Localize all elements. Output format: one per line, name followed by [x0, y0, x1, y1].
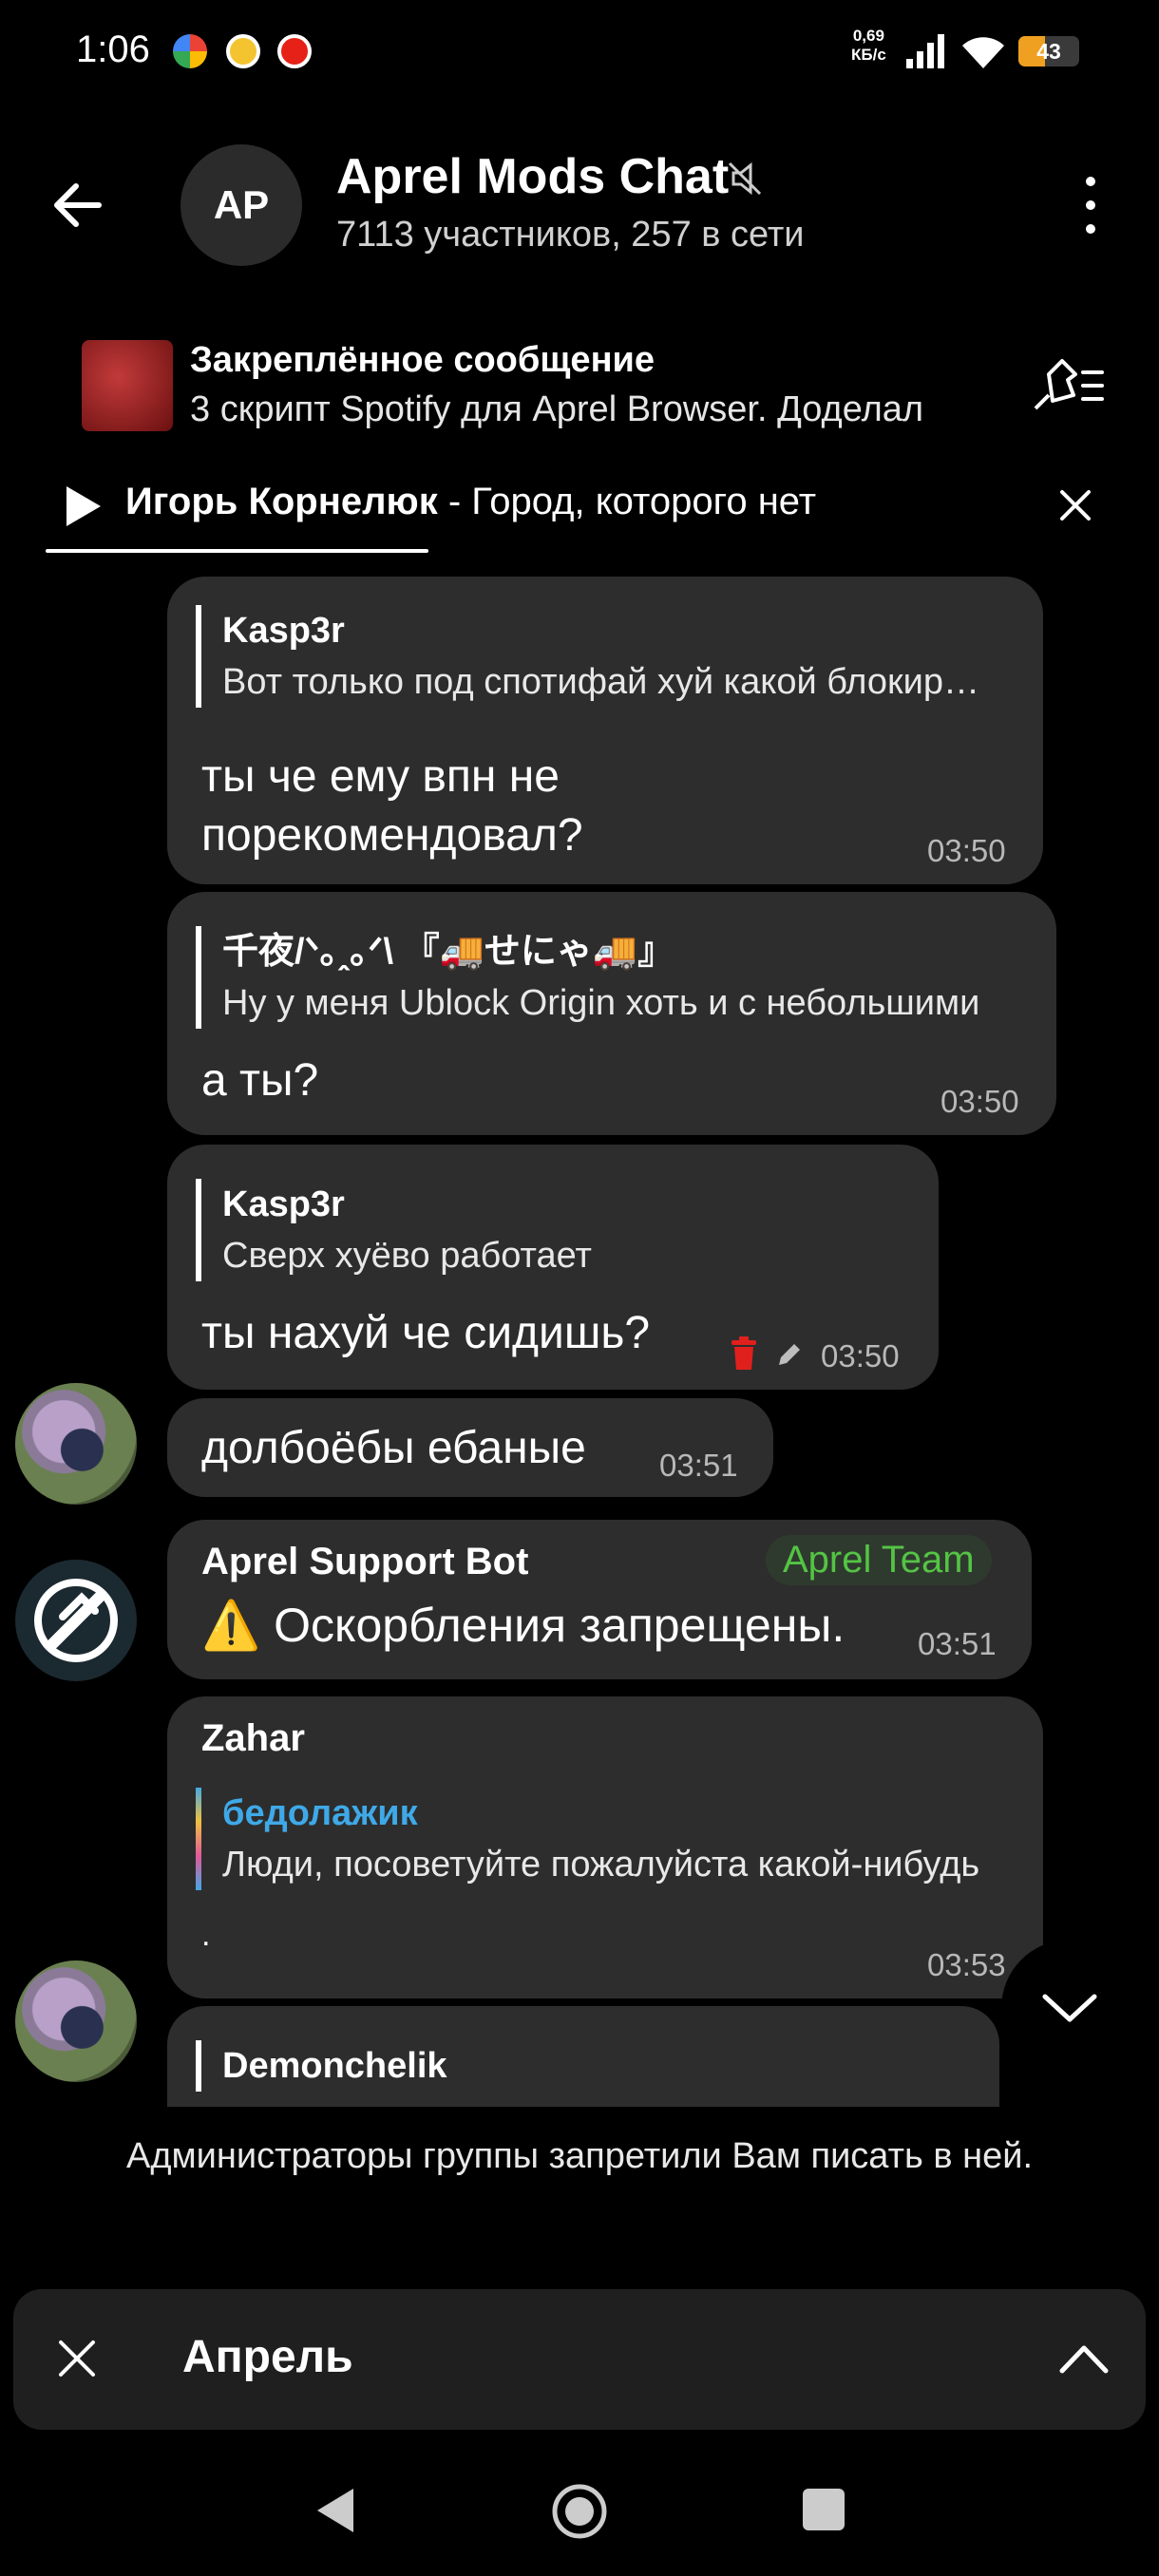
reply-text: Вот только под спотифай хуй какой блокир…: [222, 662, 994, 702]
reply-author: Demonchelik: [222, 2046, 447, 2086]
reply-text: Сверх хуёво работает: [222, 1236, 592, 1276]
message-bubble[interactable]: 千夜/ᐠ｡ꞈ｡ᐟ\ 『🚚せにゃ🚚』 Ну у меня Ublock Origi…: [167, 892, 1056, 1135]
chat-title[interactable]: Aprel Mods Chat: [336, 148, 729, 205]
message-time: 03:51: [918, 1626, 997, 1661]
sender-name[interactable]: Aprel Support Bot: [201, 1541, 528, 1583]
nav-back-icon[interactable]: [314, 2485, 357, 2536]
message-text-line: порекомендовал?: [201, 810, 583, 861]
muted-icon: [728, 161, 762, 196]
panel-label[interactable]: Апрель: [182, 2331, 353, 2383]
reply-quote[interactable]: Kasp3r Вот только под спотифай хуй какой…: [196, 605, 994, 708]
chevron-up-icon[interactable]: [1058, 2342, 1110, 2377]
message-time: 03:50: [940, 1084, 1019, 1119]
reply-text: Ну у меня Ublock Origin хоть и с небольш…: [222, 983, 980, 1023]
write-restricted-notice: Администраторы группы запретили Вам писа…: [0, 2107, 1159, 2278]
chevron-down-icon: [1042, 1994, 1097, 2022]
more-menu-icon[interactable]: [1074, 177, 1108, 234]
signal-icon: [906, 34, 944, 68]
bot-avatar[interactable]: [15, 1560, 137, 1681]
status-time: 1:06: [76, 28, 150, 70]
user-avatar[interactable]: [15, 1383, 137, 1505]
reply-author: 千夜/ᐠ｡ꞈ｡ᐟ\ 『🚚せにゃ🚚』: [222, 932, 674, 972]
chat-members-count: 7113 участников, 257 в сети: [336, 215, 805, 255]
net-speed-unit: КБ/с: [851, 46, 886, 64]
reply-quote[interactable]: Demonchelik: [196, 2040, 937, 2092]
close-icon[interactable]: [55, 2337, 99, 2380]
system-nav-bar: [0, 2451, 1159, 2576]
reply-text: Люди, посоветуйте пожалуйста какой-нибуд…: [222, 1845, 980, 1885]
message-bubble[interactable]: Aprel Support Bot Aprel Team ⚠️ Оскорбле…: [167, 1520, 1032, 1679]
pinned-message-bar[interactable]: Закреплённое сообщение 3 скрипт Spotify …: [0, 312, 1159, 445]
coin-icon: [226, 34, 260, 68]
back-arrow-icon[interactable]: [49, 177, 106, 234]
message-text: ты че ему впн не порекомендовал?: [201, 748, 583, 865]
message-text-line: ты че ему впн не: [201, 751, 560, 802]
message-time: 03:50: [927, 833, 1006, 868]
reply-author: Kasp3r: [222, 611, 345, 651]
net-speed-value: 0,69: [852, 27, 884, 45]
youtube-icon: [277, 34, 312, 68]
audio-player-bar[interactable]: Игорь Корнелюк - Город, которого нет: [0, 446, 1159, 559]
bottom-panel[interactable]: Апрель: [13, 2289, 1146, 2430]
bot-logo-icon: [34, 1579, 118, 1662]
message-text: ты нахуй че сидишь?: [201, 1308, 651, 1358]
message-bubble[interactable]: Kasp3r Вот только под спотифай хуй какой…: [167, 577, 1043, 884]
message-time: 03:50: [821, 1338, 900, 1373]
play-icon[interactable]: [63, 484, 103, 528]
status-bar: 1:06 0,69 КБ/с 43: [0, 0, 1159, 104]
google-icon: [173, 34, 207, 68]
pinned-title: Закреплённое сообщение: [190, 340, 656, 380]
reply-author: бедолажик: [222, 1793, 418, 1833]
nav-home-icon[interactable]: [551, 2483, 608, 2540]
message-time: 03:51: [659, 1448, 738, 1483]
wifi-icon: [962, 37, 1004, 68]
message-bubble[interactable]: Kasp3r Сверх хуёво работает ты нахуй че …: [167, 1145, 939, 1390]
message-bubble[interactable]: долбоёбы ебаные 03:51: [167, 1398, 773, 1497]
sender-name[interactable]: Zahar: [201, 1717, 305, 1760]
message-text: а ты?: [201, 1055, 319, 1106]
pinned-thumbnail: [82, 340, 173, 431]
user-avatar[interactable]: [15, 1960, 137, 2082]
track-title[interactable]: Игорь Корнелюк - Город, которого нет: [125, 481, 816, 523]
pinned-list-icon[interactable]: [1030, 351, 1106, 418]
net-speed: 0,69 КБ/с: [851, 27, 886, 65]
message-time: 03:53: [927, 1947, 1006, 1982]
track-song: Город, которого нет: [471, 481, 817, 522]
nav-recents-icon[interactable]: [803, 2489, 845, 2530]
team-badge: Aprel Team: [766, 1535, 992, 1585]
message-text: .: [201, 1917, 211, 1953]
battery-icon: 43: [1018, 36, 1079, 66]
reply-quote[interactable]: Kasp3r Сверх хуёво работает: [196, 1179, 880, 1281]
edited-pencil-icon: [779, 1344, 800, 1365]
restricted-text: Администраторы группы запретили Вам писа…: [125, 2136, 1034, 2176]
scroll-down-button[interactable]: [1001, 1940, 1138, 2076]
reply-quote[interactable]: бедолажик Люди, посоветуйте пожалуйста к…: [196, 1788, 994, 1890]
battery-level: 43: [1036, 39, 1061, 64]
track-artist: Игорь Корнелюк: [125, 481, 438, 522]
pinned-text: 3 скрипт Spotify для Aprel Browser. Доде…: [190, 389, 924, 429]
message-bubble[interactable]: Zahar бедолажик Люди, посоветуйте пожалу…: [167, 1696, 1043, 1998]
reply-quote[interactable]: 千夜/ᐠ｡ꞈ｡ᐟ\ 『🚚せにゃ🚚』 Ну у меня Ublock Origi…: [196, 926, 1009, 1029]
close-icon[interactable]: [1056, 486, 1094, 524]
audio-progress-bar[interactable]: [46, 549, 428, 553]
track-separator: -: [437, 481, 472, 522]
chat-avatar[interactable]: AP: [180, 144, 302, 266]
message-text: долбоёбы ебаные: [201, 1423, 586, 1473]
trash-icon[interactable]: [730, 1336, 758, 1371]
message-text: ⚠️ Оскорбления запрещены.: [201, 1599, 846, 1652]
reply-author: Kasp3r: [222, 1184, 345, 1224]
